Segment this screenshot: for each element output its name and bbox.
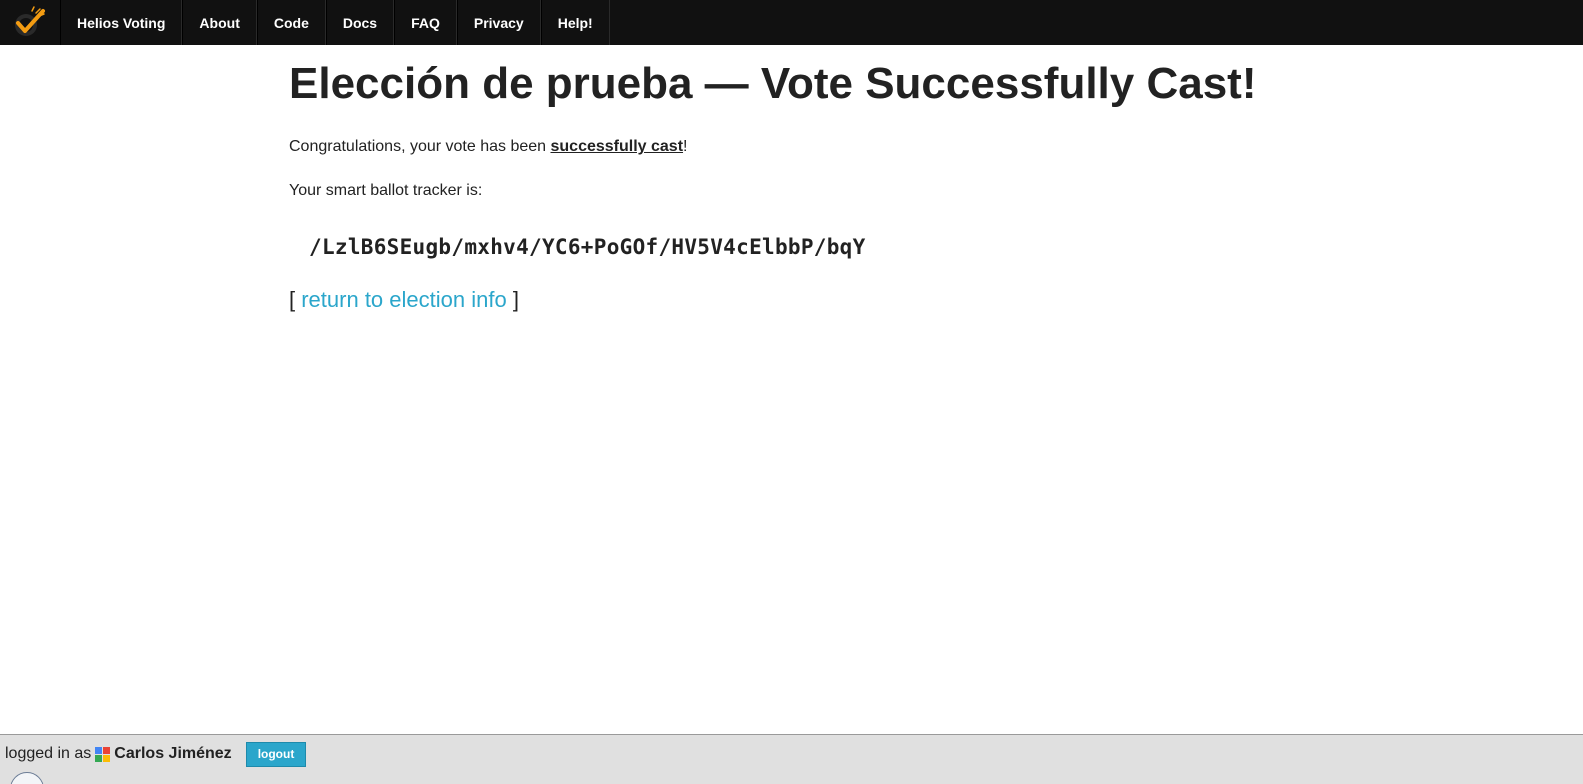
- tracker-label: Your smart ballot tracker is:: [289, 182, 483, 199]
- nav-privacy[interactable]: Privacy: [456, 0, 541, 45]
- return-bracket-open: [: [289, 287, 302, 312]
- nav-faq[interactable]: FAQ: [394, 0, 457, 45]
- nav-helios-voting[interactable]: Helios Voting: [60, 0, 183, 45]
- congrats-strong: successfully cast: [550, 138, 684, 155]
- accessibility-icon[interactable]: [10, 772, 44, 784]
- logged-in-as-label: logged in as: [5, 745, 92, 762]
- nav-about[interactable]: About: [182, 0, 257, 45]
- congrats-suffix: !: [683, 138, 688, 155]
- ballot-tracker-value: /LzlB6SEugb/mxhv4/YC6+PoGOf/HV5V4cElbbP/…: [309, 235, 866, 259]
- return-to-election-link[interactable]: return to election info: [301, 287, 506, 312]
- user-name: Carlos Jiménez: [114, 745, 232, 762]
- logout-button[interactable]: logout: [245, 741, 307, 767]
- nav-docs[interactable]: Docs: [325, 0, 395, 45]
- google-icon: [95, 746, 111, 762]
- helios-logo-icon[interactable]: [0, 0, 60, 45]
- congrats-prefix: Congratulations, your vote has been: [289, 138, 551, 155]
- login-footer-bar: logged in as Carlos Jiménez logout: [0, 734, 1583, 784]
- main-content: Elección de prueba — Vote Successfully C…: [289, 58, 1389, 313]
- return-bracket-close: ]: [506, 287, 519, 312]
- login-status: logged in as Carlos Jiménez logout: [5, 741, 307, 767]
- top-nav-bar: Helios Voting About Code Docs FAQ Privac…: [0, 0, 1583, 45]
- nav-code[interactable]: Code: [256, 0, 326, 45]
- page-title: Elección de prueba — Vote Successfully C…: [289, 59, 1257, 108]
- nav-help[interactable]: Help!: [540, 0, 610, 45]
- congratulations-message: Congratulations, your vote has been succ…: [289, 136, 1389, 158]
- return-line: [ return to election info ]: [289, 287, 1389, 313]
